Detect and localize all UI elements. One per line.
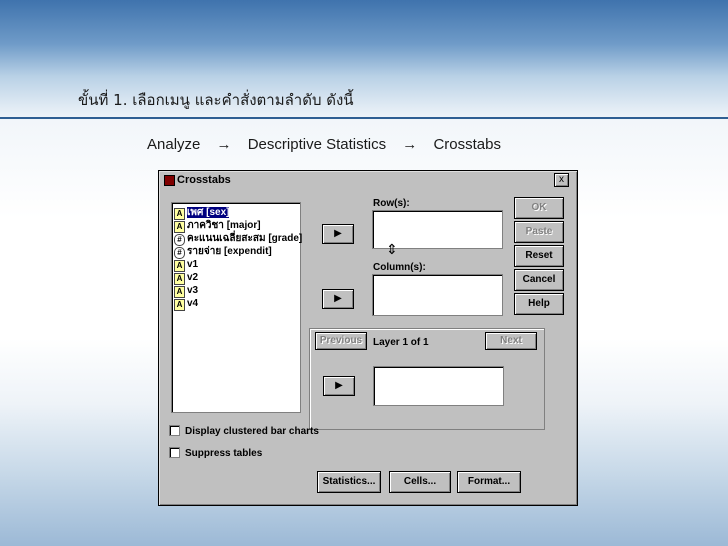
move-to-rows-button[interactable]: ▶ (322, 224, 354, 244)
path-crosstabs: Crosstabs (433, 136, 501, 153)
columns-label: Column(s): (373, 262, 426, 273)
checkbox-box[interactable] (169, 447, 180, 458)
mouse-cursor-icon: ⇕ (386, 241, 398, 257)
path-arrow-icon: → (216, 136, 232, 153)
list-item[interactable]: Av4 (174, 297, 198, 311)
rows-label: Row(s): (373, 198, 410, 209)
format-button[interactable]: Format... (457, 471, 521, 493)
layer-label: Layer 1 of 1 (373, 337, 429, 348)
ok-button[interactable]: OK (514, 197, 564, 219)
previous-button[interactable]: Previous (315, 332, 367, 350)
cells-button[interactable]: Cells... (389, 471, 451, 493)
variable-list[interactable]: A เพศ [sex] A ภาควิชา [major] # คะแนนเฉลี่ย… (171, 202, 302, 413)
layer-list[interactable] (373, 366, 504, 406)
list-item[interactable]: Av3 (174, 284, 198, 298)
move-to-columns-button[interactable]: ▶ (322, 289, 354, 309)
list-item[interactable]: A ภาควิชา [major] (174, 219, 261, 233)
columns-list[interactable] (372, 274, 503, 316)
list-item[interactable]: Av1 (174, 258, 198, 272)
path-arrow-icon: → (402, 136, 418, 153)
crosstabs-dialog: Crosstabs x A เพศ [sex] A ภาควิชา [major] … (158, 170, 578, 506)
path-descriptive-statistics: Descriptive Statistics (247, 136, 387, 153)
list-item[interactable]: # คะแนนเฉลี่ยสะสม [grade] (174, 232, 302, 246)
suppress-tables-checkbox[interactable]: Suppress tables (169, 447, 262, 459)
help-button[interactable]: Help (514, 293, 564, 315)
path-analyze: Analyze (147, 136, 201, 153)
next-button[interactable]: Next (485, 332, 537, 350)
clustered-bar-checkbox[interactable]: Display clustered bar charts (169, 425, 319, 437)
dialog-title: Crosstabs (177, 174, 231, 186)
slide-title: ขั้นที่ 1. เลือกเมนู และคำสั่งตามลำดับ ด… (78, 91, 354, 109)
title-divider (0, 117, 728, 119)
list-item[interactable]: A เพศ [sex] (174, 206, 230, 220)
move-to-layer-button[interactable]: ▶ (323, 376, 355, 396)
checkbox-box[interactable] (169, 425, 180, 436)
dialog-title-bar[interactable]: Crosstabs x (161, 173, 573, 188)
menu-path: Analyze → Descriptive Statistics → Cross… (147, 136, 501, 153)
paste-button[interactable]: Paste (514, 221, 564, 243)
layer-group: Previous Layer 1 of 1 Next ▶ (309, 328, 545, 430)
list-item[interactable]: # รายจ่าย [expendit] (174, 245, 272, 259)
statistics-button[interactable]: Statistics... (317, 471, 381, 493)
close-icon[interactable]: x (554, 173, 569, 187)
string-variable-icon: A (174, 299, 185, 311)
reset-button[interactable]: Reset (514, 245, 564, 267)
cancel-button[interactable]: Cancel (514, 269, 564, 291)
app-icon (164, 175, 175, 186)
list-item[interactable]: Av2 (174, 271, 198, 285)
